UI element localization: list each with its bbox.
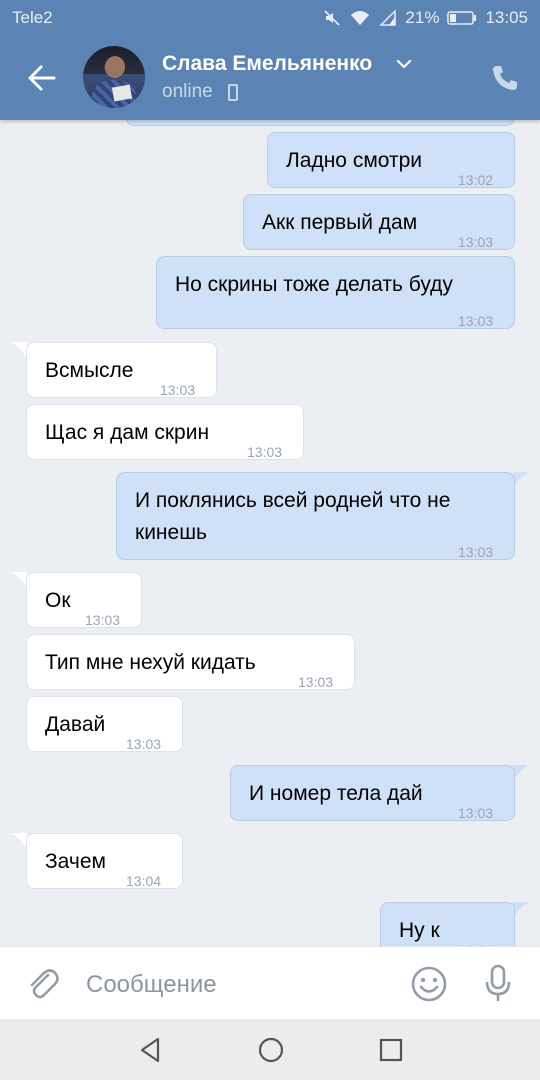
clock: 13:05 xyxy=(485,8,528,27)
message-bubble-outgoing[interactable]: Акк первый дам 13:03 xyxy=(243,194,515,250)
message-bubble-outgoing[interactable]: Но скрины тоже делать буду 13:03 xyxy=(156,256,515,329)
avatar[interactable] xyxy=(83,46,145,108)
message-bubble-incoming[interactable]: Ок 13:03 xyxy=(26,572,142,628)
attach-button[interactable] xyxy=(24,965,60,1001)
message-time: 13:03 xyxy=(85,612,121,628)
message-text: И номер тела дай xyxy=(249,782,423,805)
message-text: Зачем xyxy=(45,850,106,873)
message-bubble-outgoing[interactable]: Ладно смотри 13:02 xyxy=(267,132,515,188)
voice-message-button[interactable] xyxy=(482,963,514,1003)
message-time: 13:04 xyxy=(458,934,493,946)
carrier-label: Tele2 xyxy=(12,8,53,27)
message-composer xyxy=(0,946,540,1019)
message-bubble-outgoing[interactable]: И номер тела дай 13:03 xyxy=(230,765,515,821)
bubble-tail xyxy=(513,902,529,918)
message-time: 13:03 xyxy=(458,313,494,329)
mute-icon xyxy=(323,9,341,27)
message-time: 13:02 xyxy=(458,172,494,188)
message-bubble-incoming[interactable]: Щас я дам скрин 13:03 xyxy=(26,404,304,460)
microphone-icon xyxy=(485,964,511,1001)
message-text: И поклянись всей родней что не кинешь xyxy=(135,489,451,544)
square-recent-icon xyxy=(379,1038,403,1062)
mobile-device-icon xyxy=(228,84,238,101)
bubble-tail xyxy=(513,472,529,488)
message-bubble-partial xyxy=(126,120,515,126)
avatar-face xyxy=(105,56,125,78)
message-bubble-outgoing[interactable]: Ну к 13:04 xyxy=(380,902,515,946)
nav-home-button[interactable] xyxy=(256,1035,286,1065)
message-time: 13:03 xyxy=(298,674,334,690)
message-input[interactable] xyxy=(86,969,386,1001)
nav-recent-button[interactable] xyxy=(376,1035,406,1065)
status-icons: 21% 13:05 xyxy=(323,8,528,28)
message-bubble-incoming[interactable]: Давай 13:03 xyxy=(26,696,183,752)
message-time: 13:04 xyxy=(126,873,162,889)
signal-icon xyxy=(379,9,397,27)
message-text: Ок xyxy=(45,589,71,612)
system-nav-bar xyxy=(0,1019,540,1080)
bubble-tail xyxy=(11,572,27,588)
nav-back-button[interactable] xyxy=(136,1035,166,1065)
wifi-icon xyxy=(349,9,371,27)
contact-status: online xyxy=(162,81,213,102)
message-text: Тип мне нехуй кидать xyxy=(45,651,256,674)
smiley-icon xyxy=(411,966,447,1002)
message-text: Ну к xyxy=(399,919,440,942)
call-button[interactable] xyxy=(490,63,520,93)
message-time: 13:03 xyxy=(458,805,494,821)
message-time: 13:03 xyxy=(458,544,494,560)
message-bubble-incoming[interactable]: Тип мне нехуй кидать 13:03 xyxy=(26,634,355,690)
message-list[interactable]: Ладно смотри 13:02 Акк первый дам 13:03 … xyxy=(0,120,540,946)
triangle-back-icon xyxy=(140,1037,160,1063)
emoji-button[interactable] xyxy=(410,965,448,1003)
message-bubble-incoming[interactable]: Зачем 13:04 xyxy=(26,833,183,889)
message-bubble-outgoing[interactable]: И поклянись всей родней что не кинешь 13… xyxy=(116,472,515,560)
message-text: Всмысле xyxy=(45,359,134,382)
message-time: 13:03 xyxy=(126,736,162,752)
message-text: Щас я дам скрин xyxy=(45,421,210,444)
circle-home-icon xyxy=(258,1037,284,1063)
battery-percent: 21% xyxy=(405,8,440,27)
arrow-left-icon xyxy=(28,65,56,91)
phone-icon xyxy=(493,66,517,90)
back-button[interactable] xyxy=(22,58,62,98)
message-text: Акк первый дам xyxy=(262,211,418,234)
chevron-down-icon[interactable] xyxy=(396,58,412,70)
message-text: Но скрины тоже делать буду xyxy=(175,273,453,296)
message-text: Ладно смотри xyxy=(286,149,423,172)
bubble-tail xyxy=(11,833,27,849)
message-bubble-incoming[interactable]: Всмысле 13:03 xyxy=(26,342,217,398)
message-text: Давай xyxy=(45,713,106,736)
message-time: 13:03 xyxy=(458,234,494,250)
status-bar: Tele2 21% 13:05 xyxy=(0,0,540,36)
chat-header: Слава Емельяненко online xyxy=(0,36,540,120)
battery-icon xyxy=(447,10,477,26)
paperclip-icon xyxy=(30,969,59,999)
bubble-tail xyxy=(513,765,529,781)
contact-name[interactable]: Слава Емельяненко xyxy=(162,52,372,76)
bubble-tail xyxy=(11,342,27,358)
message-time: 13:03 xyxy=(247,444,283,460)
message-time: 13:03 xyxy=(160,382,196,398)
